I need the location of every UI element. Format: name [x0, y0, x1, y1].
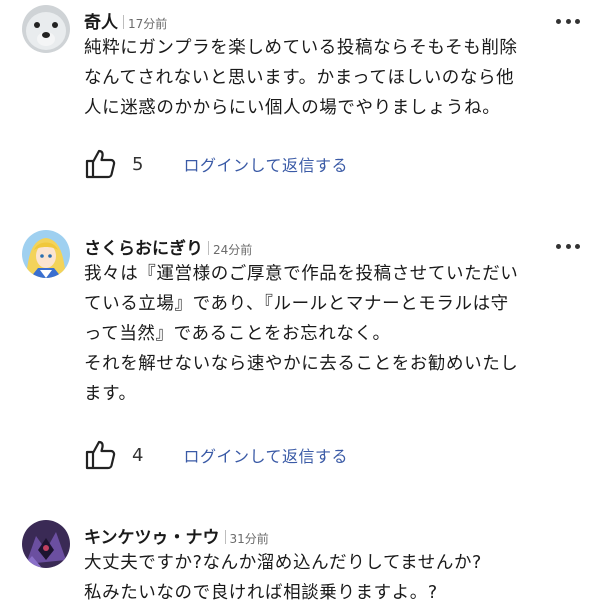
- author-name[interactable]: 奇人: [84, 8, 118, 33]
- divider: [208, 241, 209, 255]
- comment-header: 奇人 17分前: [84, 8, 167, 33]
- comment-line: って当然』であることをお忘れなく。: [84, 324, 391, 344]
- comment-line: ている立場』であり、『ルールとマナーとモラルは守: [84, 294, 509, 314]
- comment-line: それを解せないなら速やかに去ることをお勧めいたし: [84, 354, 519, 374]
- author-name[interactable]: キンケツゥ・ナウ: [84, 523, 220, 548]
- avatar[interactable]: [22, 230, 70, 278]
- comment-body: 大丈夫ですか?なんか溜め込んだりしてませんか? 私みたいなので良ければ相談乗りま…: [84, 548, 584, 608]
- like-button[interactable]: 5: [84, 148, 143, 180]
- timestamp: 24分前: [213, 243, 253, 257]
- comment-line: 純粋にガンプラを楽しめている投稿ならそもそも削除: [84, 38, 518, 58]
- comment-line: なんてされないと思います。かまってほしいのなら他: [84, 68, 515, 88]
- timestamp: 17分前: [128, 17, 168, 31]
- comment-body: 純粋にガンプラを楽しめている投稿ならそもそも削除 なんてされないと思います。かま…: [84, 33, 584, 123]
- timestamp: 31分前: [229, 532, 269, 546]
- comment-line: 人に迷惑のかからにい個人の場でやりましょうね。: [84, 98, 501, 118]
- more-options-icon[interactable]: [556, 240, 580, 252]
- like-count: 4: [132, 444, 144, 466]
- comment-line: 我々は『運営様のご厚意で作品を投稿させていただい: [84, 264, 519, 284]
- comment-line: ます。: [84, 384, 137, 404]
- reply-link[interactable]: ログインして返信する: [183, 443, 348, 467]
- comment-actions: 4 ログインして返信する: [84, 438, 348, 472]
- comment-actions: 5 ログインして返信する: [84, 147, 348, 181]
- like-count: 5: [132, 153, 144, 175]
- anime-character-avatar-icon: [22, 230, 70, 278]
- comment-header: キンケツゥ・ナウ 31分前: [84, 523, 269, 548]
- comment-header: さくらおにぎり 24分前: [84, 234, 252, 259]
- comment-body: 我々は『運営様のご厚意で作品を投稿させていただい ている立場』であり、『ルールと…: [84, 259, 584, 409]
- dark-robot-avatar-icon: [22, 520, 70, 568]
- divider: [123, 15, 124, 29]
- avatar[interactable]: [22, 520, 70, 568]
- like-button[interactable]: 4: [84, 439, 143, 471]
- avatar[interactable]: [22, 5, 70, 53]
- more-options-icon[interactable]: [556, 15, 580, 27]
- author-name[interactable]: さくらおにぎり: [84, 234, 203, 259]
- comment-line: 私みたいなので良ければ相談乗りますよ。?: [84, 583, 438, 603]
- thumbs-up-icon: [85, 149, 116, 179]
- polar-bear-avatar-icon: [22, 5, 70, 53]
- thumbs-up-icon: [85, 440, 116, 470]
- comment-line: 大丈夫ですか?なんか溜め込んだりしてませんか?: [84, 553, 482, 573]
- divider: [224, 530, 226, 544]
- reply-link[interactable]: ログインして返信する: [183, 152, 348, 176]
